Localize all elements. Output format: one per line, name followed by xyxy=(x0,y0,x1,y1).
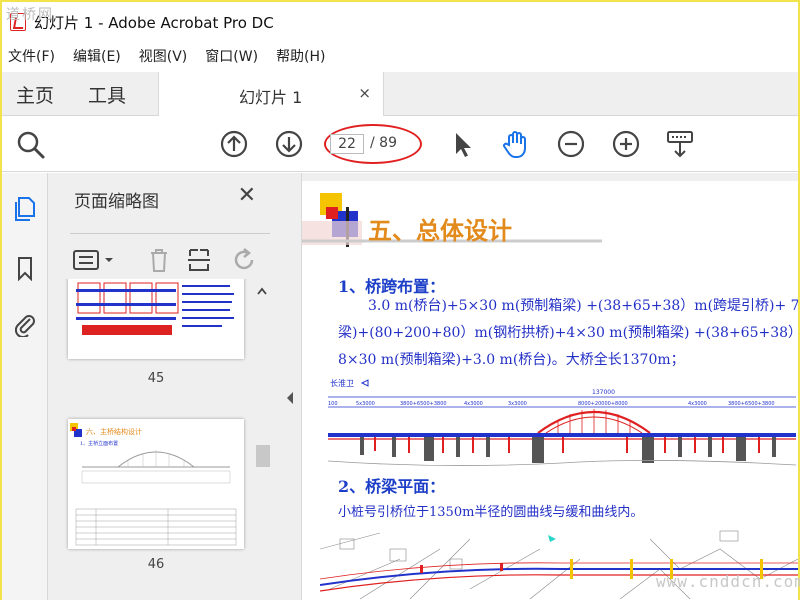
select-cursor-icon[interactable] xyxy=(446,128,478,160)
previous-page-icon[interactable] xyxy=(218,128,250,160)
panel-collapse-strip[interactable] xyxy=(276,173,302,600)
panel-title: 页面缩略图 xyxy=(74,192,159,212)
thumbnail-page-45[interactable] xyxy=(68,279,244,359)
paragraph-line-1: 3.0 m(桥台)+5×30 m(预制箱梁) +(38+65+38）m(跨堤引桥… xyxy=(368,298,798,314)
left-rail xyxy=(2,173,48,600)
menu-edit[interactable]: 编辑(E) xyxy=(73,46,121,66)
title-bar: 幻灯片 1 - Adobe Acrobat Pro DC xyxy=(2,2,798,42)
tab-document[interactable]: 幻灯片 1 × xyxy=(158,72,384,116)
bookmark-icon[interactable] xyxy=(12,255,38,281)
keyboard-scroll-icon[interactable] xyxy=(664,128,696,160)
zoom-in-icon[interactable] xyxy=(610,128,642,160)
scroll-up-icon[interactable] xyxy=(257,287,267,295)
dim-label-0: 100 xyxy=(328,401,338,407)
next-page-icon[interactable] xyxy=(273,128,305,160)
collapse-arrow-icon[interactable] xyxy=(285,391,295,405)
dim-label-7: 3800+6500+3800 xyxy=(728,401,775,407)
thumbnail-options-icon[interactable] xyxy=(72,248,120,274)
menu-view[interactable]: 视图(V) xyxy=(139,46,188,66)
plan-description: 小桩号引桥位于1350m半径的圆曲线与缓和曲线内。 xyxy=(338,505,644,520)
scrollbar-thumb[interactable] xyxy=(256,445,270,467)
slide-title: 五、总体设计 xyxy=(368,216,512,245)
menu-bar: 文件(F) 编辑(E) 视图(V) 窗口(W) 帮助(H) xyxy=(2,42,798,70)
dim-label-3: 4x3000 xyxy=(464,401,483,407)
menu-window[interactable]: 窗口(W) xyxy=(205,46,258,66)
dim-label-4: 3x3000 xyxy=(508,401,527,407)
hand-tool-icon[interactable] xyxy=(500,128,532,160)
dim-label-2: 3800+6500+3800 xyxy=(400,401,447,407)
attachment-icon[interactable] xyxy=(12,311,38,337)
rotate-icon[interactable] xyxy=(230,246,258,274)
document-page: 五、总体设计 1、桥跨布置： 3.0 m(桥台)+5×30 m(预制箱梁) +(… xyxy=(302,181,798,600)
menu-file[interactable]: 文件(F) xyxy=(8,46,55,66)
tab-document-label: 幻灯片 1 xyxy=(239,88,303,107)
paragraph-line-2: 梁)+(80+200+80）m(钢桁拱桥)+4×30 m(预制箱梁) +(38+… xyxy=(338,325,798,341)
delete-icon[interactable] xyxy=(146,246,172,274)
thumbnail-page-46[interactable]: 六、主桥结构设计 1、主桥立面布置 xyxy=(68,419,244,549)
dim-label-1: 5x3000 xyxy=(356,401,375,407)
thumb-heading: 六、主桥结构设计 xyxy=(86,427,142,436)
window-title: 幻灯片 1 - Adobe Acrobat Pro DC xyxy=(34,13,274,32)
panel-close-icon[interactable]: ✕ xyxy=(238,183,256,208)
document-view: 五、总体设计 1、桥跨布置： 3.0 m(桥台)+5×30 m(预制箱梁) +(… xyxy=(302,173,798,600)
tab-bar: 主页 工具 幻灯片 1 × xyxy=(2,72,798,116)
page-total: / 89 xyxy=(370,135,397,151)
watermark-top: 道桥网 xyxy=(6,7,54,23)
dim-total: 137000 xyxy=(592,389,615,396)
page-number-input[interactable]: 22 xyxy=(330,134,364,154)
nav-tools[interactable]: 工具 xyxy=(88,81,126,108)
thumbnail-scrollbar[interactable] xyxy=(254,279,270,600)
thumbnail-drawing: 六、主桥结构设计 1、主桥立面布置 xyxy=(70,423,237,546)
bridge-elevation-drawing: 长淮卫 137000 100 5x3000 3800+6500+3800 4x3… xyxy=(327,378,797,466)
extract-pages-icon[interactable] xyxy=(186,246,212,274)
page-navigator: 22 / 89 xyxy=(324,124,422,164)
toolbar: 22 / 89 xyxy=(2,116,798,172)
tab-close-icon[interactable]: × xyxy=(358,84,371,102)
thumbnail-label-46: 46 xyxy=(147,557,165,572)
thumbnail-toolbar xyxy=(70,233,270,272)
thumbnail-label-45: 45 xyxy=(147,371,165,386)
search-icon[interactable] xyxy=(14,128,46,160)
drawing-left-label: 长淮卫 xyxy=(330,378,354,388)
dim-label-5: 8000+20000+8000 xyxy=(578,401,628,407)
paragraph-line-3: 8×30 m(预制箱梁)+3.0 m(桥台)。大桥全长1370m； xyxy=(338,352,685,368)
section-heading-2: 2、桥梁平面： xyxy=(338,477,446,496)
thumb-subheading: 1、主桥立面布置 xyxy=(80,440,118,447)
thumbnail-panel: 页面缩略图 ✕ 45 六、主桥结构设计 1、主桥立面布置 46 xyxy=(48,173,276,600)
menu-help[interactable]: 帮助(H) xyxy=(276,46,325,66)
watermark-bottom: www.cnddcn.com xyxy=(656,572,800,591)
nav-home[interactable]: 主页 xyxy=(16,81,54,108)
zoom-out-icon[interactable] xyxy=(555,128,587,160)
thumbnail-drawing xyxy=(76,282,234,335)
thumbnail-list: 45 六、主桥结构设计 1、主桥立面布置 46 xyxy=(48,279,276,600)
page-thumbnails-icon[interactable] xyxy=(12,195,38,221)
dim-label-6: 4x3000 xyxy=(688,401,707,407)
